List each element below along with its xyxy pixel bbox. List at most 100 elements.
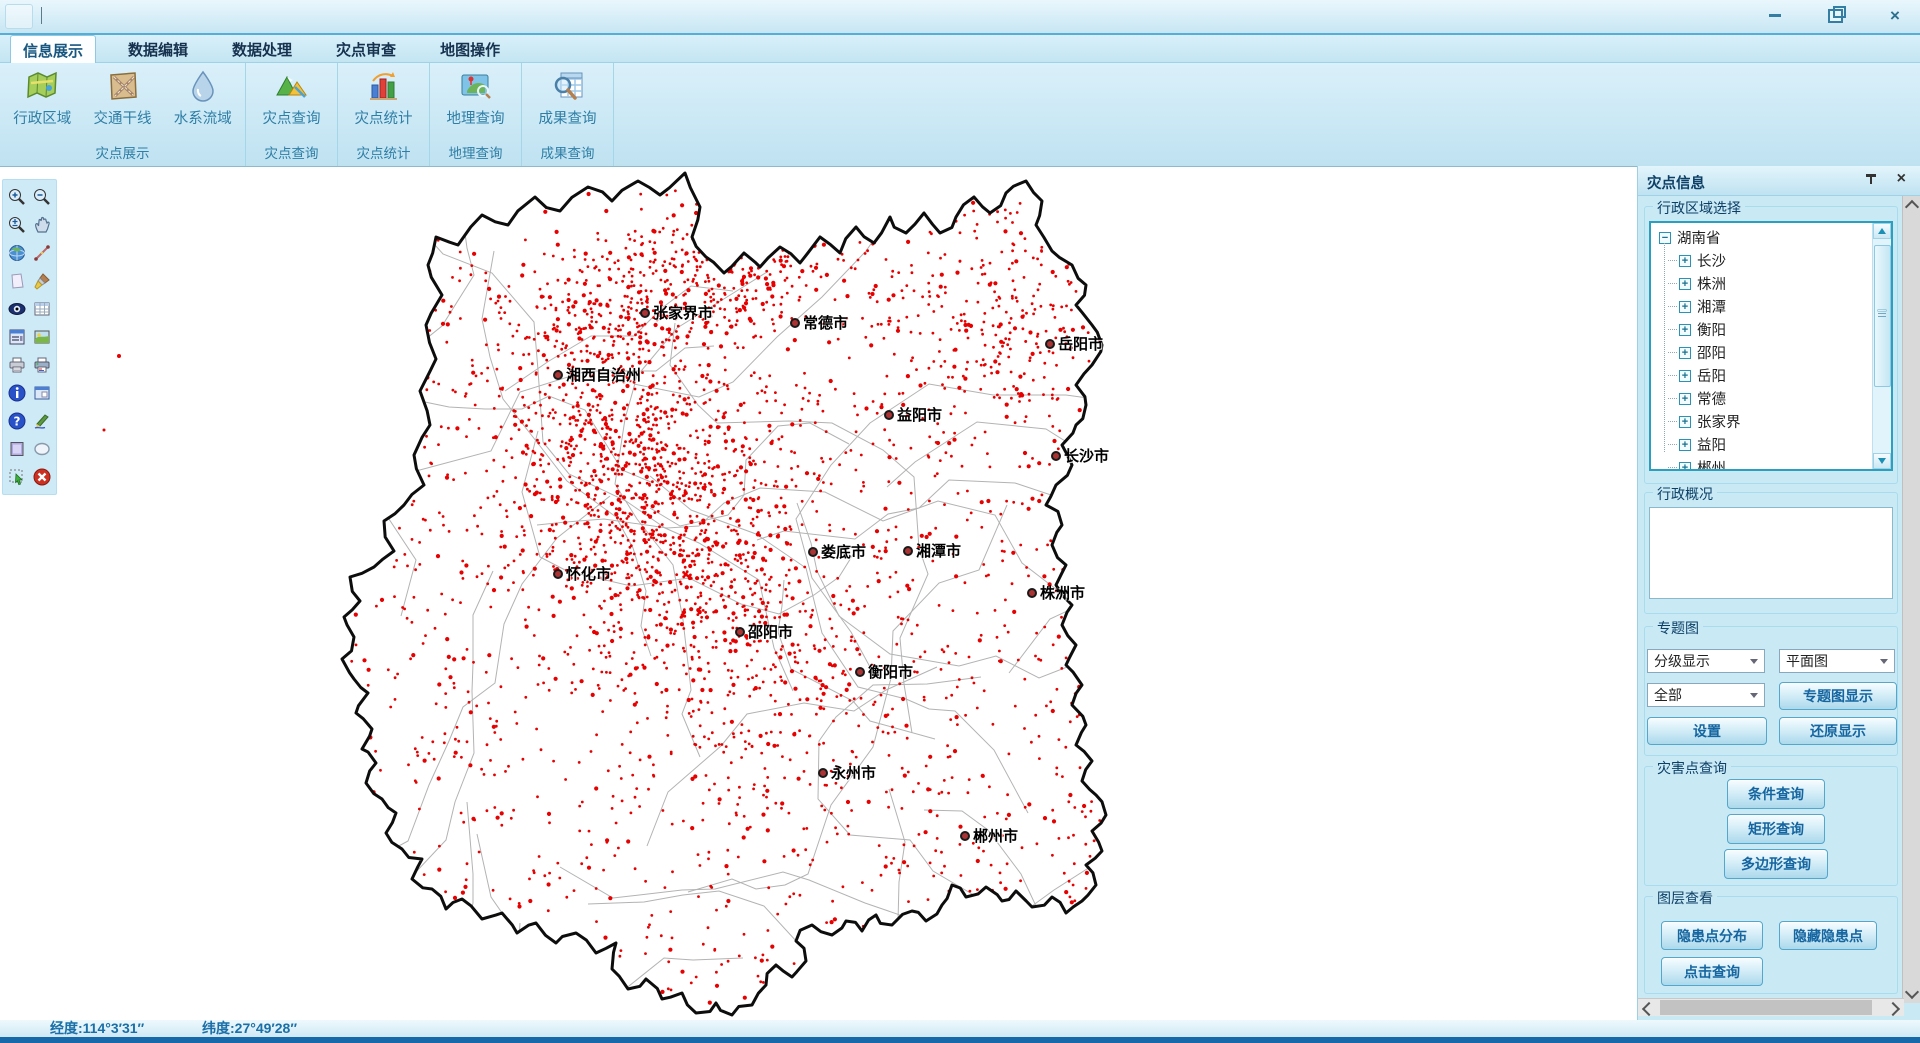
hide-hazard-button[interactable]: 隐藏隐患点 bbox=[1779, 921, 1877, 950]
tree-scroll-thumb[interactable] bbox=[1874, 245, 1891, 387]
eagle-eye-tool[interactable] bbox=[4, 295, 29, 323]
tree-scroll-down[interactable] bbox=[1873, 453, 1891, 469]
btn-admin-region[interactable]: 行政区域 bbox=[4, 68, 80, 128]
scroll-up-icon[interactable] bbox=[1905, 200, 1919, 214]
btn-geo-query[interactable]: 地理查询 bbox=[438, 68, 514, 128]
zoom-in-tool[interactable] bbox=[4, 183, 29, 211]
expand-icon[interactable]: + bbox=[1679, 416, 1691, 428]
click-query-button[interactable]: 点击查询 bbox=[1661, 957, 1763, 986]
zoom-out-tool[interactable] bbox=[29, 183, 54, 211]
map-type-combo[interactable]: 平面图 bbox=[1779, 649, 1895, 673]
frame-icon bbox=[7, 439, 27, 459]
tab-disaster-review[interactable]: 灾点审查 bbox=[324, 35, 408, 63]
map-viewport[interactable]: 张家界市常德市岳阳市湘西自治州益阳市长沙市娄底市湘潭市怀化市株洲市邵阳市衡阳市永… bbox=[0, 166, 1637, 1021]
tree-item[interactable]: + 株洲 bbox=[1657, 272, 1891, 295]
tree-item[interactable]: +张家界 bbox=[1657, 410, 1891, 433]
city-label: 永州市 bbox=[818, 762, 876, 783]
btn-traffic-lines[interactable]: 交通干线 bbox=[85, 68, 161, 128]
attribute-table-tool[interactable] bbox=[29, 295, 54, 323]
identify-tool[interactable] bbox=[4, 379, 29, 407]
sketch-tool[interactable] bbox=[29, 407, 54, 435]
expand-icon[interactable]: + bbox=[1679, 439, 1691, 451]
panel-close-button[interactable]: × bbox=[1897, 170, 1906, 188]
pan-tool[interactable] bbox=[29, 211, 54, 239]
ellipse-select-tool[interactable] bbox=[29, 435, 54, 463]
window-icon bbox=[32, 383, 52, 403]
scroll-right-icon[interactable] bbox=[1886, 1002, 1900, 1016]
refresh-brush-tool[interactable] bbox=[29, 267, 54, 295]
settings-button[interactable]: 设置 bbox=[1647, 717, 1767, 745]
scroll-left-icon[interactable] bbox=[1642, 1002, 1656, 1016]
polygon-query-button[interactable]: 多边形查询 bbox=[1724, 849, 1828, 879]
close-delete-tool[interactable] bbox=[29, 463, 54, 491]
tree-scroll-up[interactable] bbox=[1873, 223, 1891, 239]
measure-tool[interactable] bbox=[29, 239, 54, 267]
tree-item[interactable]: +郴州 bbox=[1657, 456, 1891, 471]
ribbon-group-disaster-display: 行政区域 交通干线 水系流域 灾点展示 bbox=[0, 63, 246, 166]
btn-water-system[interactable]: 水系流域 bbox=[165, 68, 241, 128]
btn-disaster-stats[interactable]: 灾点统计 bbox=[346, 68, 422, 128]
btn-result-query[interactable]: 成果查询 bbox=[530, 68, 606, 128]
btn-disaster-query[interactable]: 灾点查询 bbox=[254, 68, 330, 128]
zoom-extent-tool[interactable] bbox=[4, 211, 29, 239]
thematic-show-button[interactable]: 专题图显示 bbox=[1779, 682, 1897, 710]
scroll-down-icon[interactable] bbox=[1905, 985, 1919, 999]
expand-icon[interactable]: + bbox=[1679, 255, 1691, 267]
panel-vertical-scrollbar[interactable] bbox=[1902, 196, 1920, 1003]
admin-overview-textarea[interactable] bbox=[1649, 507, 1893, 599]
display-mode-combo[interactable]: 分级显示 bbox=[1647, 649, 1765, 673]
tree-item[interactable]: +岳阳 bbox=[1657, 364, 1891, 387]
export-image-tool[interactable] bbox=[29, 323, 54, 351]
tree-item[interactable]: +长沙 bbox=[1657, 249, 1891, 272]
maximize-button[interactable] bbox=[1820, 4, 1850, 28]
overview-window-tool[interactable] bbox=[29, 379, 54, 407]
print-tool[interactable] bbox=[4, 351, 29, 379]
restore-display-button[interactable]: 还原显示 bbox=[1779, 717, 1897, 745]
tree-item[interactable]: + 衡阳 bbox=[1657, 318, 1891, 341]
tree-scrollbar[interactable] bbox=[1872, 223, 1891, 469]
collapse-icon[interactable]: − bbox=[1659, 232, 1671, 244]
help-tool[interactable]: ? bbox=[4, 407, 29, 435]
close-button[interactable]: × bbox=[1880, 4, 1910, 28]
image-icon bbox=[32, 327, 52, 347]
tree-item[interactable]: +湘潭 bbox=[1657, 295, 1891, 318]
tree-root-item[interactable]: −湖南省 bbox=[1657, 226, 1891, 249]
tab-data-process[interactable]: 数据处理 bbox=[220, 35, 304, 63]
select-feature-tool[interactable] bbox=[4, 463, 29, 491]
tree-item-label: 邵阳 bbox=[1697, 342, 1726, 363]
expand-icon[interactable]: + bbox=[1679, 301, 1691, 313]
expand-icon[interactable]: + bbox=[1679, 462, 1691, 472]
tree-item[interactable]: +益阳 bbox=[1657, 433, 1891, 456]
scope-combo[interactable]: 全部 bbox=[1647, 683, 1765, 707]
tree-item[interactable]: +常德 bbox=[1657, 387, 1891, 410]
rectangle-query-button[interactable]: 矩形查询 bbox=[1727, 814, 1825, 844]
tree-item-label: 株洲 bbox=[1697, 273, 1726, 294]
clear-shape-tool[interactable] bbox=[4, 267, 29, 295]
map-canvas[interactable] bbox=[0, 167, 1637, 1021]
map-frame-tool[interactable] bbox=[4, 435, 29, 463]
title-bar: × bbox=[0, 0, 1920, 35]
expand-icon[interactable]: + bbox=[1679, 393, 1691, 405]
hazard-distribution-button[interactable]: 隐患点分布 bbox=[1661, 921, 1763, 950]
panel-horizontal-scrollbar[interactable] bbox=[1638, 998, 1904, 1016]
tree-item-label: 衡阳 bbox=[1697, 319, 1726, 340]
tab-data-edit[interactable]: 数据编辑 bbox=[116, 35, 200, 63]
legend-tool[interactable] bbox=[4, 323, 29, 351]
expand-icon[interactable]: + bbox=[1679, 370, 1691, 382]
print-preview-tool[interactable] bbox=[29, 351, 54, 379]
printer-icon bbox=[7, 355, 27, 375]
pin-button[interactable] bbox=[1864, 173, 1878, 189]
expand-icon[interactable]: + bbox=[1679, 278, 1691, 290]
horizontal-scroll-thumb[interactable] bbox=[1660, 1000, 1872, 1015]
quick-access-box[interactable] bbox=[5, 4, 33, 29]
tree-item[interactable]: + 邵阳 bbox=[1657, 341, 1891, 364]
full-extent-tool[interactable] bbox=[4, 239, 29, 267]
region-tree[interactable]: −湖南省+长沙+株洲+湘潭+衡阳+邵阳+岳阳+常德+张家界+益阳+郴州 bbox=[1649, 221, 1893, 471]
tab-info-display[interactable]: 信息展示 bbox=[10, 35, 96, 65]
tab-map-operation[interactable]: 地图操作 bbox=[428, 35, 512, 63]
expand-icon[interactable]: + bbox=[1679, 347, 1691, 359]
expand-icon[interactable]: + bbox=[1679, 324, 1691, 336]
minimize-button[interactable] bbox=[1760, 4, 1790, 28]
city-name: 湘潭市 bbox=[916, 540, 961, 561]
condition-query-button[interactable]: 条件查询 bbox=[1727, 779, 1825, 809]
